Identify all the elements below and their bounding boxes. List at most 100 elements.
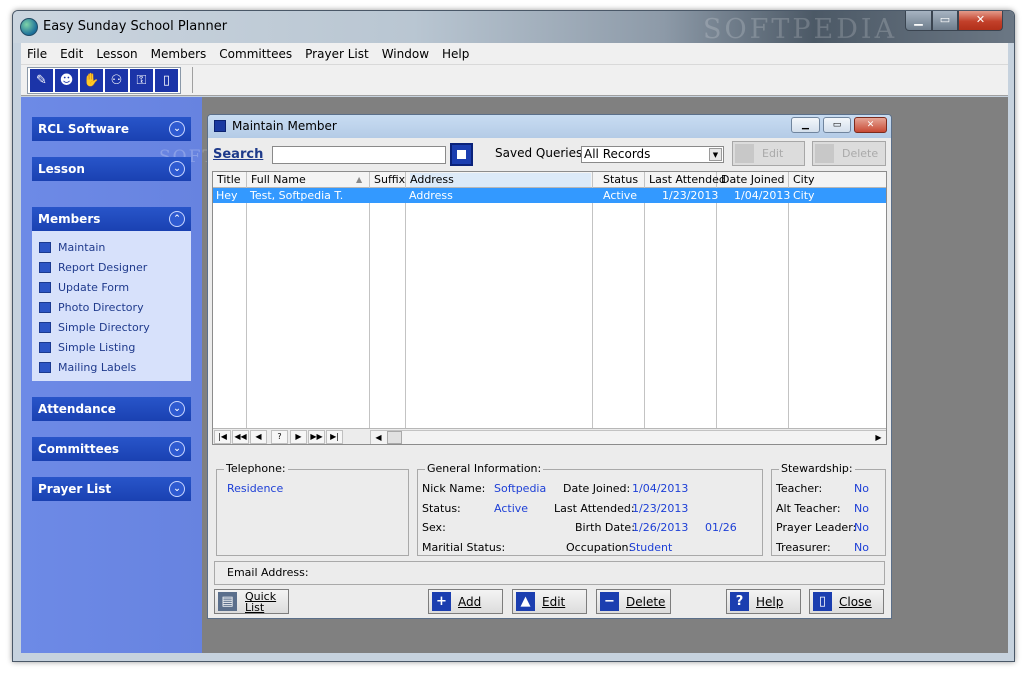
cell-city[interactable]: City — [793, 189, 815, 202]
nav-item-report-designer[interactable]: Report Designer — [32, 257, 191, 277]
search-input[interactable] — [272, 146, 446, 164]
person-icon[interactable]: ☻ — [55, 69, 78, 92]
menu-members[interactable]: Members — [145, 47, 214, 61]
delete-query-button[interactable]: Delete — [812, 141, 886, 166]
edit-icon — [735, 144, 754, 163]
chevron-up-icon[interactable]: ⌃ — [169, 211, 185, 227]
add-button[interactable]: + Add — [428, 589, 503, 614]
dialog-close-button[interactable]: ✕ — [854, 117, 887, 133]
chevron-down-icon[interactable]: ⌄ — [169, 401, 185, 417]
next-record-button[interactable]: ▶ — [290, 430, 307, 444]
prayer-leader-label: Prayer Leader: — [776, 521, 857, 534]
nav-item-maintain[interactable]: Maintain — [32, 237, 191, 257]
cell-date-joined[interactable]: 1/04/2013 — [734, 189, 790, 202]
menu-prayer-list[interactable]: Prayer List — [299, 47, 376, 61]
title-bar[interactable]: Easy Sunday School Planner SOFTPEDIA ▁ ▭… — [13, 11, 1014, 45]
members-edit-icon[interactable]: ✎ — [30, 69, 53, 92]
horizontal-scrollbar[interactable]: ◀ ▶ — [370, 430, 886, 444]
close-label: Close — [839, 595, 872, 609]
nav-section-rcl-software[interactable]: RCL Software ⌄ — [32, 117, 191, 141]
search-go-button[interactable] — [450, 143, 473, 166]
menu-edit[interactable]: Edit — [54, 47, 90, 61]
cell-full-name[interactable]: Test, Softpedia T. — [250, 189, 343, 202]
nav-section-committees[interactable]: Committees ⌄ — [32, 437, 191, 461]
quick-list-button[interactable]: ▤ Quick List — [214, 589, 289, 614]
nav-item-photo-directory[interactable]: Photo Directory — [32, 297, 191, 317]
dialog-title: Maintain Member — [232, 119, 337, 133]
app-icon[interactable] — [20, 18, 38, 36]
nav-section-members[interactable]: Members ⌃ — [32, 207, 191, 231]
delete-icon — [815, 144, 834, 163]
lock-icon[interactable]: ⚿ — [130, 69, 153, 92]
edit-button[interactable]: ▲ Edit — [512, 589, 587, 614]
chevron-down-icon[interactable]: ⌄ — [169, 441, 185, 457]
column-header-status[interactable]: Status — [603, 173, 638, 186]
nav-item-update-form[interactable]: Update Form — [32, 277, 191, 297]
triangle-up-icon: ▲ — [516, 592, 535, 611]
dialog-minimize-button[interactable]: ▁ — [791, 117, 820, 133]
saved-queries-select[interactable]: All Records ▼ — [581, 146, 724, 163]
cell-title[interactable]: Hey — [216, 189, 238, 202]
column-header-address[interactable]: Address — [410, 173, 591, 187]
residence-link[interactable]: Residence — [227, 482, 283, 495]
saved-queries-label: Saved Queries: — [495, 146, 587, 160]
last-record-button[interactable]: ▶| — [326, 430, 343, 444]
dropdown-arrow-icon[interactable]: ▼ — [709, 148, 722, 161]
cell-last-attended[interactable]: 1/23/2013 — [662, 189, 718, 202]
help-label: Help — [756, 595, 784, 609]
members-submenu: Maintain Report Designer Update Form Pho… — [32, 231, 191, 381]
column-header-full-name[interactable]: Full Name — [251, 173, 306, 186]
column-header-date-joined[interactable]: Date Joined — [721, 173, 785, 186]
column-header-last-attended[interactable]: Last Attended — [649, 173, 726, 186]
maximize-button[interactable]: ▭ — [932, 11, 958, 31]
menu-committees[interactable]: Committees — [213, 47, 299, 61]
prev-record-button[interactable]: ◀ — [250, 430, 267, 444]
minimize-button[interactable]: ▁ — [905, 11, 932, 31]
column-header-title[interactable]: Title — [217, 173, 241, 186]
nav-section-lesson[interactable]: Lesson ⌄ — [32, 157, 191, 181]
nav-item-simple-listing[interactable]: Simple Listing — [32, 337, 191, 357]
scroll-right-icon[interactable]: ▶ — [871, 431, 886, 444]
close-button[interactable]: ✕ — [958, 11, 1003, 31]
scroll-thumb[interactable] — [387, 431, 402, 444]
handshake-icon[interactable]: ✋ — [80, 69, 103, 92]
nav-section-label: Lesson — [38, 162, 85, 176]
members-grid[interactable]: Title Full Name ▲ Suffix Address Status … — [212, 171, 887, 445]
dialog-maximize-button[interactable]: ▭ — [823, 117, 851, 133]
chevron-down-icon[interactable]: ⌄ — [169, 481, 185, 497]
close-dialog-button[interactable]: ▯ Close — [809, 589, 884, 614]
chevron-down-icon[interactable]: ⌄ — [169, 121, 185, 137]
next-page-button[interactable]: ▶▶ — [308, 430, 325, 444]
first-record-button[interactable]: |◀ — [214, 430, 231, 444]
chevron-down-icon[interactable]: ⌄ — [169, 161, 185, 177]
teacher-label: Teacher: — [776, 482, 823, 495]
nav-item-mailing-labels[interactable]: Mailing Labels — [32, 357, 191, 377]
cell-address[interactable]: Address — [409, 189, 453, 202]
menu-help[interactable]: Help — [436, 47, 476, 61]
nav-section-prayer-list[interactable]: Prayer List ⌄ — [32, 477, 191, 501]
nav-section-attendance[interactable]: Attendance ⌄ — [32, 397, 191, 421]
people-icon[interactable]: ⚇ — [105, 69, 128, 92]
birth-date-value: 1/26/2013 — [632, 521, 689, 534]
scroll-left-icon[interactable]: ◀ — [371, 431, 386, 444]
door-exit-icon[interactable]: ▯ — [155, 69, 178, 92]
delete-label: Delete — [626, 595, 666, 609]
menu-file[interactable]: File — [21, 47, 54, 61]
cell-status[interactable]: Active — [603, 189, 637, 202]
sex-label: Sex: — [422, 521, 446, 534]
nav-section-label: Prayer List — [38, 482, 112, 496]
column-header-suffix[interactable]: Suffix — [374, 173, 405, 186]
column-header-city[interactable]: City — [793, 173, 815, 186]
delete-button[interactable]: − Delete — [596, 589, 671, 614]
menu-window[interactable]: Window — [376, 47, 436, 61]
form-icon — [39, 341, 51, 353]
stewardship-group: Stewardship: Teacher: No Alt Teacher: No… — [771, 462, 886, 556]
help-button[interactable]: ? Help — [726, 589, 801, 614]
menu-lesson[interactable]: Lesson — [90, 47, 144, 61]
occupation-label: Occupation: — [566, 541, 633, 554]
dialog-title-bar[interactable]: Maintain Member ▁ ▭ ✕ — [208, 115, 891, 138]
edit-query-button[interactable]: Edit — [732, 141, 805, 166]
prev-page-button[interactable]: ◀◀ — [232, 430, 249, 444]
search-record-button[interactable]: ? — [271, 430, 288, 444]
nav-item-simple-directory[interactable]: Simple Directory — [32, 317, 191, 337]
